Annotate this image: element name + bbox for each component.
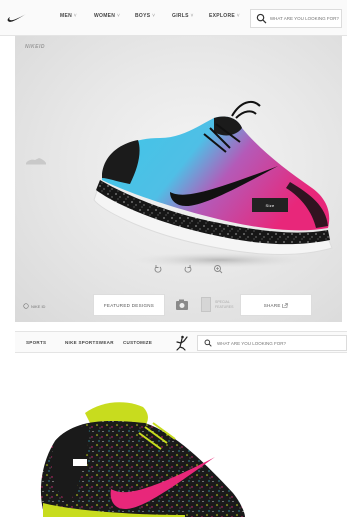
size-button[interactable]: Size — [252, 198, 288, 212]
share-button[interactable]: SHARE — [240, 294, 312, 316]
featured-designs-button[interactable]: FEATURED DESIGNS — [93, 294, 165, 316]
secondary-search-input[interactable] — [217, 340, 337, 346]
top-nav: MEN ˅ WOMEN ˅ BOYS ˅ GIRLS ˅ EXPLORE ˅ — [0, 0, 347, 36]
brand-label: NIKEID — [25, 44, 45, 50]
nav-item-girls[interactable]: GIRLS ˅ — [172, 13, 194, 19]
subnav-item-sports[interactable]: SPORTS — [26, 340, 46, 345]
secondary-nav: SPORTS NIKE SPORTSWEAR CUSTOMIZE — [15, 331, 347, 353]
second-product-area — [15, 353, 347, 517]
search-icon — [256, 13, 267, 24]
view-controls — [153, 264, 223, 274]
rotate-left-icon[interactable] — [153, 264, 163, 274]
nav-item-women[interactable]: WOMEN ˅ — [94, 13, 120, 19]
search-icon — [204, 339, 212, 347]
nav-item-explore[interactable]: EXPLORE ˅ — [209, 13, 240, 19]
zoom-icon[interactable] — [213, 264, 223, 274]
secondary-search-box[interactable] — [197, 335, 347, 351]
search-input[interactable] — [269, 16, 341, 21]
jordan-jumpman-icon[interactable] — [175, 335, 189, 351]
special-features-card-icon[interactable] — [201, 297, 211, 312]
nav-item-boys[interactable]: BOYS ˅ — [135, 13, 155, 19]
main-shoe-image — [93, 100, 333, 268]
rotate-right-icon[interactable] — [183, 264, 193, 274]
globe-icon — [23, 303, 29, 309]
product-stage: NIKEID Size NIKE ID FEATURED DESIGNS SPE… — [15, 36, 342, 322]
shoe-thumbnail-icon[interactable] — [25, 156, 47, 166]
nav-item-men[interactable]: MEN ˅ — [60, 13, 77, 19]
nike-swoosh-icon[interactable] — [7, 12, 27, 24]
camera-icon[interactable] — [175, 298, 189, 311]
share-icon — [282, 302, 289, 308]
subnav-item-customize[interactable]: CUSTOMIZE — [123, 340, 152, 345]
nikeid-share-label[interactable]: NIKE ID — [23, 303, 45, 309]
search-box[interactable] — [250, 9, 342, 28]
second-shoe-image — [40, 402, 246, 517]
subnav-item-nike-sportswear[interactable]: NIKE SPORTSWEAR — [65, 340, 114, 345]
